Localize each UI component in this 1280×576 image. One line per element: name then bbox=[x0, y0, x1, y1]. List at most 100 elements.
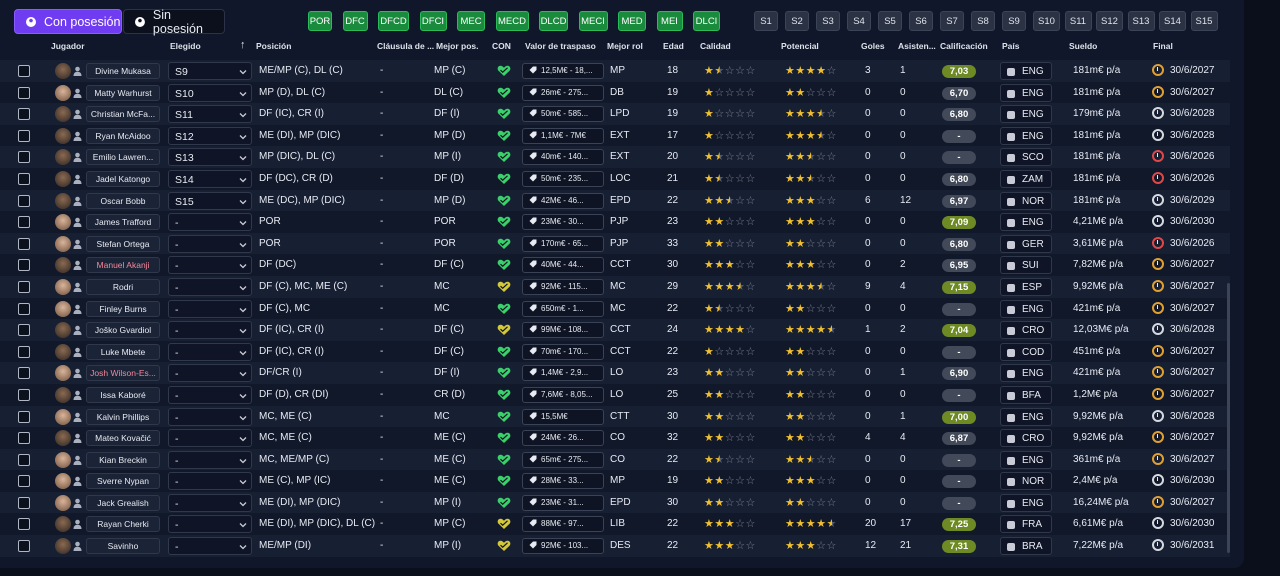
transfer-value[interactable]: 650m€ - 1... bbox=[522, 300, 604, 317]
player-name[interactable]: Matty Warhurst bbox=[86, 84, 160, 101]
player-name[interactable]: Ryan McAidoo bbox=[86, 127, 160, 144]
transfer-value[interactable]: 15,5M€ bbox=[522, 408, 604, 425]
filter-chip-s7[interactable]: S7 bbox=[940, 11, 964, 31]
country-pill[interactable]: ENG bbox=[1000, 213, 1052, 232]
row-checkbox[interactable] bbox=[18, 302, 30, 315]
transfer-value[interactable]: 65m€ - 275... bbox=[522, 451, 604, 468]
player-name[interactable]: James Trafford bbox=[86, 214, 160, 231]
transfer-value[interactable]: 24M€ - 26... bbox=[522, 430, 604, 447]
table-row[interactable]: Finley Burns - DF (C), MC - MC 650m€ - 1... MC… bbox=[0, 297, 1230, 320]
country-pill[interactable]: ESP bbox=[1000, 277, 1052, 296]
row-checkbox[interactable] bbox=[18, 367, 30, 380]
chosen-slot-select[interactable]: S11 bbox=[168, 105, 252, 124]
chosen-slot-select[interactable]: - bbox=[168, 234, 252, 253]
country-pill[interactable]: ENG bbox=[1000, 493, 1052, 512]
table-row[interactable]: Luke Mbete - DF (IC), CR (I) - DF (C) 70m€ - … bbox=[0, 340, 1230, 363]
table-row[interactable]: Christian McFa... S11 DF (IC), CR (I) - DF (… bbox=[0, 103, 1230, 125]
filter-chip-s11[interactable]: S11 bbox=[1064, 11, 1092, 31]
filter-chip-s6[interactable]: S6 bbox=[909, 11, 933, 31]
table-row[interactable]: Josh Wilson-Es... - DF/CR (I) - DF (I) 1,4M€ … bbox=[0, 362, 1230, 384]
row-checkbox[interactable] bbox=[18, 86, 30, 99]
country-pill[interactable]: BRA bbox=[1000, 537, 1052, 556]
row-checkbox[interactable] bbox=[18, 453, 30, 466]
table-row[interactable]: Savinho - ME/MP (DI) - MP (I) 92M€ - 103... DE… bbox=[0, 535, 1230, 557]
country-pill[interactable]: ENG bbox=[1000, 105, 1052, 124]
filter-chip-s4[interactable]: S4 bbox=[847, 11, 871, 31]
col-potential[interactable]: Potencial bbox=[781, 41, 819, 51]
transfer-value[interactable]: 99M€ - 108... bbox=[522, 322, 604, 339]
player-name[interactable]: Sverre Nypan bbox=[86, 473, 160, 490]
chosen-slot-select[interactable]: - bbox=[168, 537, 252, 556]
col-wage[interactable]: Sueldo bbox=[1069, 41, 1097, 51]
filter-chip-s12[interactable]: S12 bbox=[1096, 11, 1123, 31]
col-clause[interactable]: Cláusula de ... bbox=[377, 41, 434, 51]
row-checkbox[interactable] bbox=[18, 518, 30, 531]
country-pill[interactable]: GER bbox=[1000, 234, 1052, 253]
filter-chip-s2[interactable]: S2 bbox=[785, 11, 809, 31]
col-value[interactable]: Valor de traspaso bbox=[525, 41, 596, 51]
player-name[interactable]: Jack Grealish bbox=[86, 494, 160, 511]
player-name[interactable]: Mateo Kovačić bbox=[86, 430, 160, 447]
country-pill[interactable]: ENG bbox=[1000, 407, 1052, 426]
chosen-slot-select[interactable]: S10 bbox=[168, 83, 252, 102]
country-pill[interactable]: CRO bbox=[1000, 321, 1052, 340]
country-pill[interactable]: BFA bbox=[1000, 385, 1052, 404]
filter-chip-dfc[interactable]: DFC bbox=[342, 11, 368, 31]
chosen-slot-select[interactable]: - bbox=[168, 407, 252, 426]
transfer-value[interactable]: 50m€ - 585... bbox=[522, 106, 604, 123]
filter-chip-s3[interactable]: S3 bbox=[816, 11, 840, 31]
row-checkbox[interactable] bbox=[18, 65, 30, 77]
row-checkbox[interactable] bbox=[18, 432, 30, 445]
country-pill[interactable]: NOR bbox=[1000, 472, 1052, 491]
row-checkbox[interactable] bbox=[18, 259, 30, 272]
row-checkbox[interactable] bbox=[18, 280, 30, 293]
col-age[interactable]: Edad bbox=[663, 41, 684, 51]
table-row[interactable]: Stefan Ortega - POR - POR 170m€ - 65... PJP 33 ★… bbox=[0, 232, 1230, 255]
country-pill[interactable]: COD bbox=[1000, 342, 1052, 361]
transfer-value[interactable]: 70m€ - 170... bbox=[522, 343, 604, 360]
tab-with-possession[interactable]: Con posesión bbox=[14, 9, 122, 34]
chosen-slot-select[interactable]: - bbox=[168, 515, 252, 534]
chosen-slot-select[interactable]: S12 bbox=[168, 126, 252, 145]
col-con[interactable]: CON bbox=[492, 41, 511, 51]
chosen-slot-select[interactable]: - bbox=[168, 385, 252, 404]
table-row[interactable]: Manuel Akanji - DF (DC) - DF (C) 40M€ - 44...… bbox=[0, 254, 1230, 276]
chosen-slot-select[interactable]: - bbox=[168, 256, 252, 275]
country-pill[interactable]: ENG bbox=[1000, 299, 1052, 318]
filter-chip-s14[interactable]: S14 bbox=[1159, 11, 1186, 31]
col-chosen[interactable]: Elegido bbox=[170, 41, 201, 51]
filter-chip-s9[interactable]: S9 bbox=[1002, 11, 1026, 31]
filter-chip-mecd[interactable]: MECD bbox=[495, 11, 529, 31]
filter-chip-s15[interactable]: S15 bbox=[1190, 11, 1218, 31]
player-name[interactable]: Oscar Bobb bbox=[86, 192, 160, 209]
table-row[interactable]: Issa Kaboré - DF (D), CR (DI) - CR (D) 7,6M€ … bbox=[0, 383, 1230, 406]
row-checkbox[interactable] bbox=[18, 540, 30, 553]
transfer-value[interactable]: 7,6M€ - 8,05... bbox=[522, 386, 604, 403]
player-name[interactable]: Stefan Ortega bbox=[86, 235, 160, 252]
col-position[interactable]: Posición bbox=[256, 41, 291, 51]
table-row[interactable]: Emilio Lawren... S13 MP (DIC), DL (C) - MP (… bbox=[0, 146, 1230, 168]
filter-chip-s10[interactable]: S10 bbox=[1033, 11, 1060, 31]
player-name[interactable]: Kian Breckin bbox=[86, 451, 160, 468]
filter-chip-dfcd[interactable]: DFCD bbox=[378, 11, 409, 31]
transfer-value[interactable]: 23M€ - 31... bbox=[522, 494, 604, 511]
player-name[interactable]: Rayan Cherki bbox=[86, 516, 160, 533]
filter-chip-meci[interactable]: MECI bbox=[578, 11, 608, 31]
player-name[interactable]: Joško Gvardiol bbox=[86, 322, 160, 339]
filter-chip-s13[interactable]: S13 bbox=[1127, 11, 1155, 31]
row-checkbox[interactable] bbox=[18, 194, 30, 207]
transfer-value[interactable]: 26m€ - 275... bbox=[522, 84, 604, 101]
player-name[interactable]: Issa Kaboré bbox=[86, 386, 160, 403]
table-row[interactable]: Matty Warhurst S10 MP (D), DL (C) - DL (C) 26… bbox=[0, 81, 1230, 104]
chosen-slot-select[interactable]: - bbox=[168, 493, 252, 512]
player-name[interactable]: Emilio Lawren... bbox=[86, 149, 160, 166]
player-name[interactable]: Divine Mukasa bbox=[86, 63, 160, 79]
filter-chip-mec[interactable]: MEC bbox=[457, 11, 485, 31]
col-country[interactable]: País bbox=[1002, 41, 1020, 51]
col-end[interactable]: Final bbox=[1153, 41, 1173, 51]
chosen-slot-select[interactable]: - bbox=[168, 364, 252, 383]
country-pill[interactable]: SUI bbox=[1000, 256, 1052, 275]
chosen-slot-select[interactable]: - bbox=[168, 277, 252, 296]
transfer-value[interactable]: 23M€ - 30... bbox=[522, 214, 604, 231]
chosen-slot-select[interactable]: - bbox=[168, 299, 252, 318]
